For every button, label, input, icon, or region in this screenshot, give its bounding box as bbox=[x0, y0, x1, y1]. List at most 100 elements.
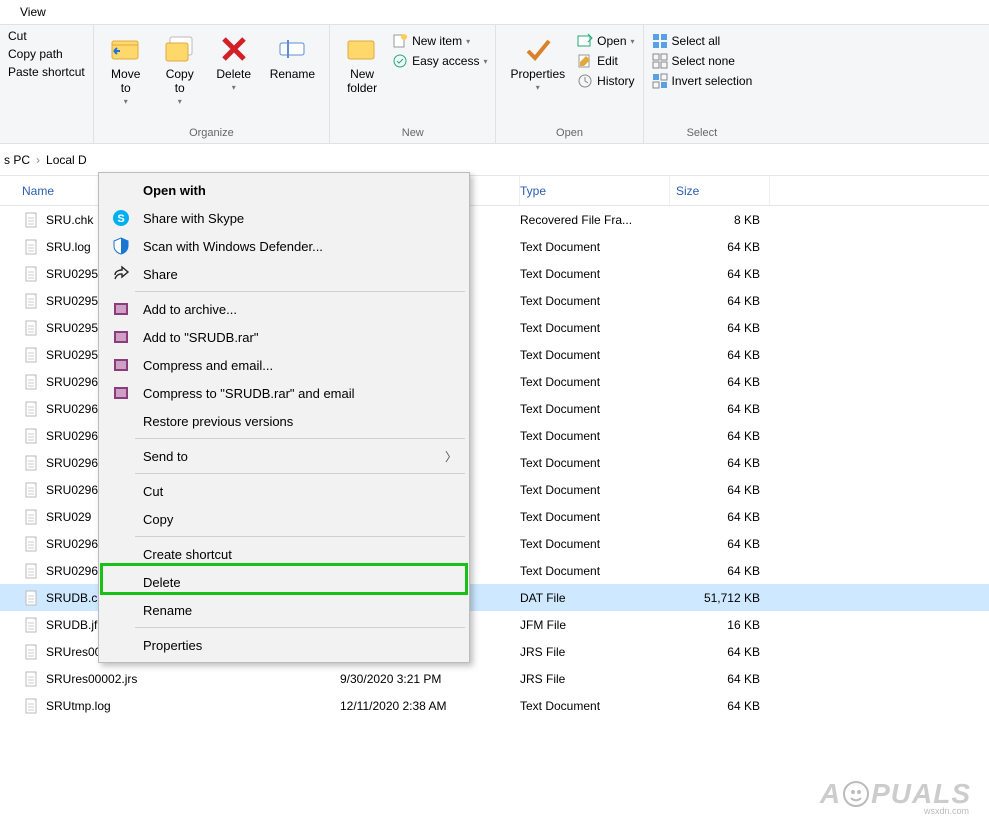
file-type: Text Document bbox=[520, 402, 670, 416]
ribbon-paste-shortcut[interactable]: Paste shortcut bbox=[8, 65, 85, 79]
ribbon-delete[interactable]: Delete▾ bbox=[210, 29, 258, 96]
file-size: 64 KB bbox=[670, 645, 770, 659]
ctx-add-archive[interactable]: Add to archive... bbox=[101, 295, 467, 323]
file-type: Text Document bbox=[520, 375, 670, 389]
file-name: SRU0296 bbox=[46, 537, 98, 551]
ribbon-properties[interactable]: Properties▾ bbox=[504, 29, 571, 96]
ribbon-cut[interactable]: Cut bbox=[8, 29, 85, 43]
file-size: 64 KB bbox=[670, 564, 770, 578]
file-size: 64 KB bbox=[670, 672, 770, 686]
ribbon-new-folder[interactable]: New folder bbox=[338, 29, 386, 99]
ctx-restore-versions[interactable]: Restore previous versions bbox=[101, 407, 467, 435]
file-size: 64 KB bbox=[670, 267, 770, 281]
file-name: SRU0295 bbox=[46, 321, 98, 335]
chevron-right-icon: › bbox=[36, 153, 40, 167]
file-type: Text Document bbox=[520, 537, 670, 551]
file-icon bbox=[24, 671, 40, 687]
file-icon bbox=[24, 320, 40, 336]
file-type: JRS File bbox=[520, 672, 670, 686]
ctx-properties[interactable]: Properties bbox=[101, 631, 467, 659]
ribbon-open-btn[interactable]: Open ▾ bbox=[577, 33, 634, 49]
file-name: SRU0295 bbox=[46, 348, 98, 362]
ctx-defender[interactable]: Scan with Windows Defender... bbox=[101, 232, 467, 260]
ribbon-move-to[interactable]: Move to▾ bbox=[102, 29, 150, 110]
shield-icon bbox=[111, 236, 131, 256]
ribbon-new-item[interactable]: New item ▾ bbox=[392, 33, 487, 49]
ribbon-rename[interactable]: Rename bbox=[264, 29, 321, 85]
header-type[interactable]: Type bbox=[520, 176, 670, 205]
file-icon bbox=[24, 374, 40, 390]
file-type: Text Document bbox=[520, 348, 670, 362]
ctx-open-with[interactable]: Open with bbox=[101, 176, 467, 204]
file-type: Text Document bbox=[520, 456, 670, 470]
rename-icon bbox=[276, 33, 308, 65]
file-date: 12/11/2020 2:38 AM bbox=[340, 699, 520, 713]
history-icon bbox=[577, 73, 593, 89]
ribbon-copy-to[interactable]: Copy to▾ bbox=[156, 29, 204, 110]
ribbon-history[interactable]: History bbox=[577, 73, 634, 89]
crumb-drive[interactable]: Local D bbox=[46, 153, 87, 167]
winrar-icon bbox=[111, 299, 131, 319]
header-size[interactable]: Size bbox=[670, 176, 770, 205]
ctx-compress-rar-email[interactable]: Compress to "SRUDB.rar" and email bbox=[101, 379, 467, 407]
invert-selection-icon bbox=[652, 73, 668, 89]
winrar-icon bbox=[111, 355, 131, 375]
file-name: SRU0296 bbox=[46, 456, 98, 470]
file-icon bbox=[24, 509, 40, 525]
edit-icon bbox=[577, 53, 593, 69]
file-size: 51,712 KB bbox=[670, 591, 770, 605]
tab-view[interactable]: View bbox=[10, 1, 56, 23]
file-icon bbox=[24, 293, 40, 309]
file-type: JRS File bbox=[520, 645, 670, 659]
file-icon bbox=[24, 563, 40, 579]
file-size: 64 KB bbox=[670, 348, 770, 362]
file-size: 64 KB bbox=[670, 699, 770, 713]
file-type: JFM File bbox=[520, 618, 670, 632]
watermark-url: wsxdn.com bbox=[924, 806, 969, 816]
ctx-create-shortcut[interactable]: Create shortcut bbox=[101, 540, 467, 568]
open-icon bbox=[577, 33, 593, 49]
file-size: 8 KB bbox=[670, 213, 770, 227]
file-name: SRU0296 bbox=[46, 375, 98, 389]
winrar-icon bbox=[111, 383, 131, 403]
file-size: 64 KB bbox=[670, 294, 770, 308]
file-name: SRU0295 bbox=[46, 294, 98, 308]
ctx-rename[interactable]: Rename bbox=[101, 596, 467, 624]
ctx-share[interactable]: Share bbox=[101, 260, 467, 288]
file-name: SRU0295 bbox=[46, 267, 98, 281]
crumb-pc[interactable]: s PC bbox=[4, 153, 30, 167]
file-icon bbox=[24, 212, 40, 228]
ribbon-invert-selection[interactable]: Invert selection bbox=[652, 73, 753, 89]
select-none-icon bbox=[652, 53, 668, 69]
new-folder-icon bbox=[346, 33, 378, 65]
ctx-add-srudb-rar[interactable]: Add to "SRUDB.rar" bbox=[101, 323, 467, 351]
table-row[interactable]: SRUres00002.jrs9/30/2020 3:21 PMJRS File… bbox=[0, 665, 989, 692]
file-icon bbox=[24, 401, 40, 417]
ribbon-select-none[interactable]: Select none bbox=[652, 53, 753, 69]
file-size: 64 KB bbox=[670, 375, 770, 389]
ribbon-copy-path[interactable]: Copy path bbox=[8, 47, 85, 61]
ctx-compress-email[interactable]: Compress and email... bbox=[101, 351, 467, 379]
file-icon bbox=[24, 428, 40, 444]
ribbon-edit[interactable]: Edit bbox=[577, 53, 634, 69]
file-date: 9/30/2020 3:21 PM bbox=[340, 672, 520, 686]
ribbon-select-all[interactable]: Select all bbox=[652, 33, 753, 49]
delete-x-icon bbox=[218, 33, 250, 65]
file-size: 64 KB bbox=[670, 456, 770, 470]
file-icon bbox=[24, 536, 40, 552]
context-menu: Open with SShare with Skype Scan with Wi… bbox=[98, 172, 470, 663]
ribbon-easy-access[interactable]: Easy access ▾ bbox=[392, 53, 487, 69]
table-row[interactable]: SRUtmp.log12/11/2020 2:38 AMText Documen… bbox=[0, 692, 989, 719]
ctx-cut[interactable]: Cut bbox=[101, 477, 467, 505]
ctx-copy[interactable]: Copy bbox=[101, 505, 467, 533]
file-type: Text Document bbox=[520, 510, 670, 524]
file-type: Text Document bbox=[520, 483, 670, 497]
folder-move-icon bbox=[110, 33, 142, 65]
file-name: SRU0296 bbox=[46, 564, 98, 578]
svg-text:S: S bbox=[117, 213, 124, 225]
ctx-share-skype[interactable]: SShare with Skype bbox=[101, 204, 467, 232]
ctx-send-to[interactable]: Send to〉 bbox=[101, 442, 467, 470]
file-name: SRU0296 bbox=[46, 429, 98, 443]
ctx-delete[interactable]: Delete bbox=[101, 568, 467, 596]
file-icon bbox=[24, 617, 40, 633]
